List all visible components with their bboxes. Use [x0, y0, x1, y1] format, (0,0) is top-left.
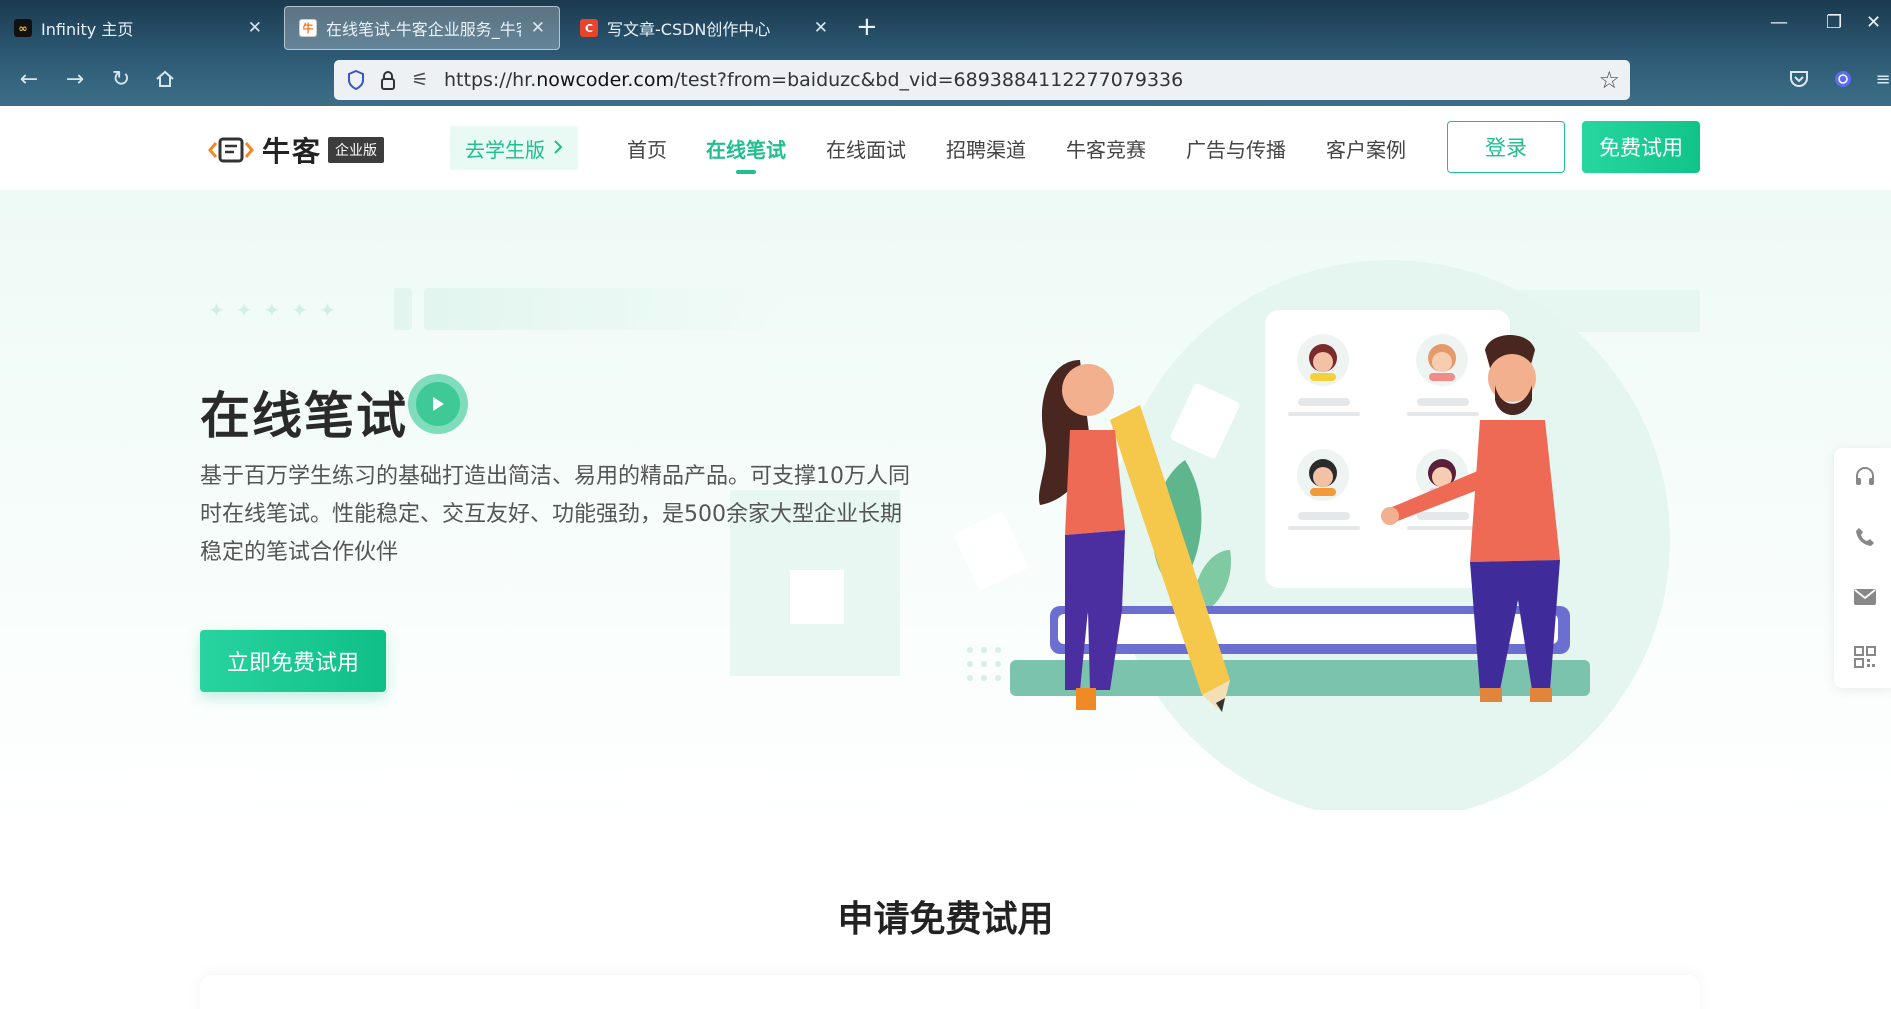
- infinity-icon: ∞: [14, 19, 32, 37]
- new-tab-icon[interactable]: +: [856, 12, 878, 42]
- lock-icon[interactable]: [376, 68, 400, 92]
- minimize-icon[interactable]: —: [1770, 12, 1788, 33]
- close-tab-icon[interactable]: ✕: [248, 18, 262, 38]
- restore-icon[interactable]: ❐: [1826, 12, 1842, 33]
- login-button[interactable]: 登录: [1447, 121, 1565, 173]
- pocket-icon[interactable]: [1788, 68, 1810, 90]
- tab-title: Infinity 主页: [41, 20, 134, 39]
- tab-title: 写文章-CSDN创作中心: [607, 20, 771, 39]
- shield-icon[interactable]: [344, 68, 368, 92]
- play-video-button[interactable]: [408, 374, 468, 434]
- nowcoder-logo-icon: [208, 133, 254, 167]
- hero-description: 基于百万学生练习的基础打造出简洁、易用的精品产品。可支撑10万人同时在线笔试。性…: [200, 464, 910, 565]
- decorative-bar: [424, 288, 784, 330]
- reload-icon[interactable]: ↻: [106, 64, 136, 94]
- tab-strip: ∞ Infinity 主页 ✕ 牛 在线笔试-牛客企业服务_牛客 ✕ C 写文章…: [0, 0, 1891, 54]
- nowcoder-icon: 牛: [299, 19, 317, 37]
- start-free-trial-button[interactable]: 立即免费试用: [200, 630, 386, 692]
- contact-toolbar: [1834, 448, 1891, 688]
- apply-section-title: 申请免费试用: [837, 899, 1054, 940]
- navigation-toolbar: ← → ↻ ⚟ https://hr.nowcoder.com/test?fro…: [0, 58, 1891, 102]
- student-version-button[interactable]: 去学生版: [450, 126, 578, 170]
- decorative-bar: [394, 288, 412, 330]
- chevron-right-icon: [553, 136, 563, 160]
- nav-online-test[interactable]: 在线笔试: [706, 134, 786, 163]
- permissions-icon[interactable]: ⚟: [408, 68, 432, 92]
- tab-infinity[interactable]: ∞ Infinity 主页 ✕: [0, 6, 276, 50]
- nav-online-interview[interactable]: 在线面试: [826, 134, 906, 163]
- menu-icon[interactable]: ≡: [1872, 68, 1891, 90]
- close-window-icon[interactable]: ✕: [1866, 12, 1881, 33]
- play-icon: [416, 382, 460, 426]
- page-title: 在线笔试: [200, 387, 408, 445]
- url-text: https://hr.nowcoder.com/test?from=baiduz…: [444, 69, 1184, 91]
- logo[interactable]: 牛客 企业版: [208, 130, 385, 170]
- tab-nowcoder[interactable]: 牛 在线笔试-牛客企业服务_牛客 ✕: [284, 6, 560, 50]
- hero-illustration: [954, 260, 1670, 810]
- headset-icon[interactable]: [1852, 464, 1878, 490]
- close-tab-icon[interactable]: ✕: [814, 18, 828, 38]
- close-tab-icon[interactable]: ✕: [531, 18, 545, 38]
- nav-contest[interactable]: 牛客竞赛: [1066, 134, 1146, 163]
- nav-advertising[interactable]: 广告与传播: [1186, 134, 1286, 163]
- back-icon[interactable]: ←: [14, 64, 44, 94]
- tab-csdn[interactable]: C 写文章-CSDN创作中心 ✕: [566, 6, 842, 50]
- nav-recruit-channel[interactable]: 招聘渠道: [946, 134, 1026, 163]
- csdn-icon: C: [580, 19, 598, 37]
- free-trial-button[interactable]: 免费试用: [1582, 121, 1700, 173]
- nav-cases[interactable]: 客户案例: [1326, 134, 1406, 163]
- bookmark-star-icon[interactable]: ☆: [1598, 66, 1620, 94]
- home-icon[interactable]: [150, 64, 180, 94]
- address-bar[interactable]: ⚟ https://hr.nowcoder.com/test?from=baid…: [334, 60, 1630, 100]
- active-nav-indicator: [736, 170, 756, 174]
- browser-chrome: ∞ Infinity 主页 ✕ 牛 在线笔试-牛客企业服务_牛客 ✕ C 写文章…: [0, 0, 1891, 106]
- tab-title: 在线笔试-牛客企业服务_牛客: [326, 20, 521, 39]
- decorative-stars: ✦ ✦ ✦ ✦ ✦: [208, 298, 336, 322]
- decorative-square: [790, 570, 844, 624]
- logo-text: 牛客: [262, 135, 323, 168]
- site-header: 牛客 企业版 去学生版 首页 在线笔试 在线面试 招聘渠道 牛客竞赛 广告与传播…: [0, 106, 1891, 190]
- apply-form-card: [200, 975, 1700, 1009]
- enterprise-badge: 企业版: [328, 137, 385, 163]
- extension-icon[interactable]: [1832, 68, 1854, 90]
- mail-icon[interactable]: [1852, 584, 1878, 610]
- qrcode-icon[interactable]: [1852, 644, 1878, 670]
- phone-icon[interactable]: [1852, 524, 1878, 550]
- nav-home[interactable]: 首页: [627, 134, 667, 163]
- forward-icon[interactable]: →: [60, 64, 90, 94]
- hero-section: ✦ ✦ ✦ ✦ ✦ 在线笔试 基于百万学生练习的基础打造出简洁、易用的精品产品。可支撑1…: [0, 190, 1891, 830]
- student-version-label: 去学生版: [465, 137, 545, 162]
